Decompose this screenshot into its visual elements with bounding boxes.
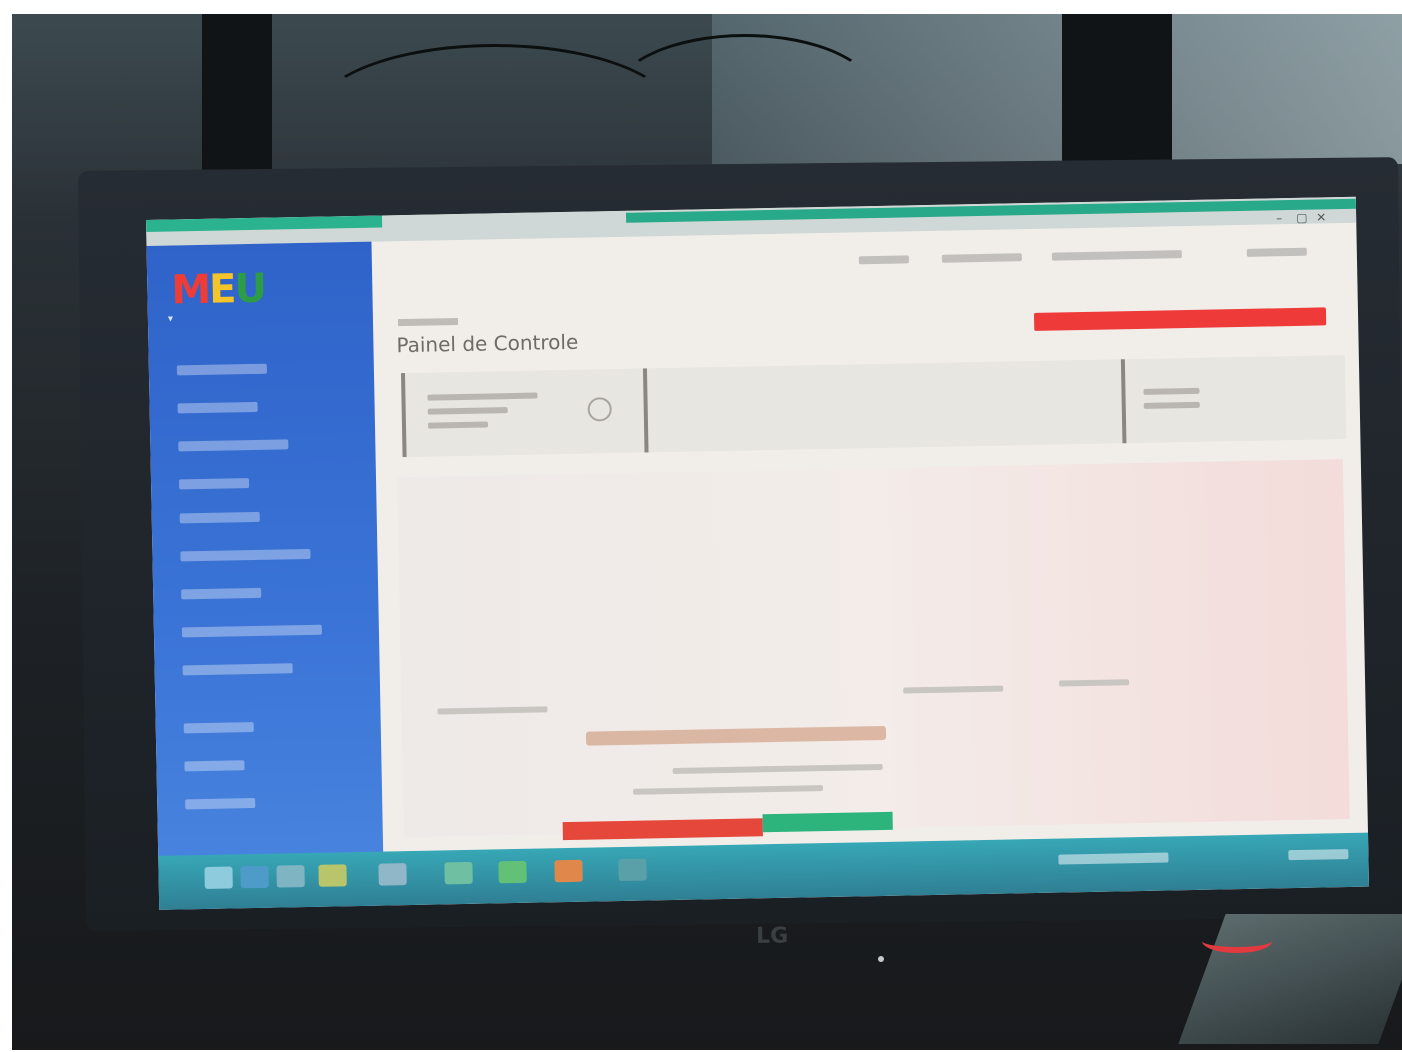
monitor-photo: LG – ▢ ✕ MEU ▾ Painel de Controle (12, 14, 1402, 1050)
info-card (1120, 355, 1347, 444)
card-text (1143, 387, 1200, 395)
sidebar-item[interactable] (176, 363, 267, 376)
sidebar-item[interactable] (178, 478, 250, 490)
content-text (903, 685, 1004, 694)
alert-banner (1033, 307, 1327, 331)
power-led (878, 956, 884, 962)
taskbar-app-icon[interactable] (378, 863, 407, 886)
content-text (437, 706, 548, 715)
user-menu[interactable]: ▾ (168, 314, 173, 325)
secondary-button[interactable] (762, 811, 893, 833)
taskbar-app-icon[interactable] (318, 864, 347, 887)
nav-link[interactable] (858, 255, 909, 265)
clock[interactable] (1288, 849, 1349, 861)
breadcrumb (397, 318, 459, 327)
primary-button[interactable] (562, 818, 763, 841)
maximize-icon[interactable]: ▢ (1296, 211, 1308, 225)
monitor-logo: LG (755, 923, 789, 949)
taskbar-app-icon[interactable] (240, 865, 269, 889)
close-icon[interactable]: ✕ (1316, 210, 1326, 224)
page-title: Painel de Controle (396, 329, 579, 358)
nav-link[interactable] (941, 253, 1022, 263)
stand-post-left (202, 14, 272, 174)
card-text (427, 407, 508, 415)
content-text (1059, 679, 1130, 687)
nav-link[interactable] (1246, 247, 1307, 257)
desk-decoration (1202, 929, 1272, 953)
sidebar-item[interactable] (180, 548, 311, 562)
sidebar-item[interactable] (183, 722, 254, 734)
content-area (396, 459, 1350, 838)
cable (612, 34, 878, 160)
sidebar-item[interactable] (185, 798, 256, 810)
minimize-icon[interactable]: – (1276, 211, 1282, 225)
sidebar-item[interactable] (178, 439, 289, 452)
content-text (633, 785, 824, 795)
app-logo: MEU (170, 265, 266, 314)
taskbar-app-icon[interactable] (618, 858, 647, 882)
content-text (672, 763, 883, 774)
taskbar-app-icon[interactable] (276, 865, 305, 888)
sidebar-item[interactable] (181, 624, 322, 638)
system-tray[interactable] (1058, 852, 1169, 865)
info-card (642, 359, 1123, 453)
monitor-screen: – ▢ ✕ MEU ▾ Painel de Controle (146, 196, 1370, 910)
sidebar-item[interactable] (184, 760, 245, 772)
info-card (400, 368, 647, 458)
sidebar-item[interactable] (181, 587, 262, 600)
nav-link[interactable] (1051, 250, 1182, 261)
start-icon[interactable] (204, 866, 233, 889)
sidebar: MEU ▾ (146, 241, 385, 910)
stand-post-right (1062, 14, 1172, 174)
taskbar-app-icon[interactable] (554, 859, 583, 883)
sidebar-item[interactable] (179, 511, 260, 524)
card-icon (587, 397, 612, 422)
card-text (427, 392, 538, 401)
taskbar-app-icon[interactable] (498, 860, 527, 884)
sidebar-item[interactable] (177, 401, 258, 414)
taskbar-app-icon[interactable] (444, 861, 473, 885)
card-text (1143, 401, 1200, 409)
sidebar-item[interactable] (182, 663, 293, 676)
card-text (427, 421, 489, 429)
